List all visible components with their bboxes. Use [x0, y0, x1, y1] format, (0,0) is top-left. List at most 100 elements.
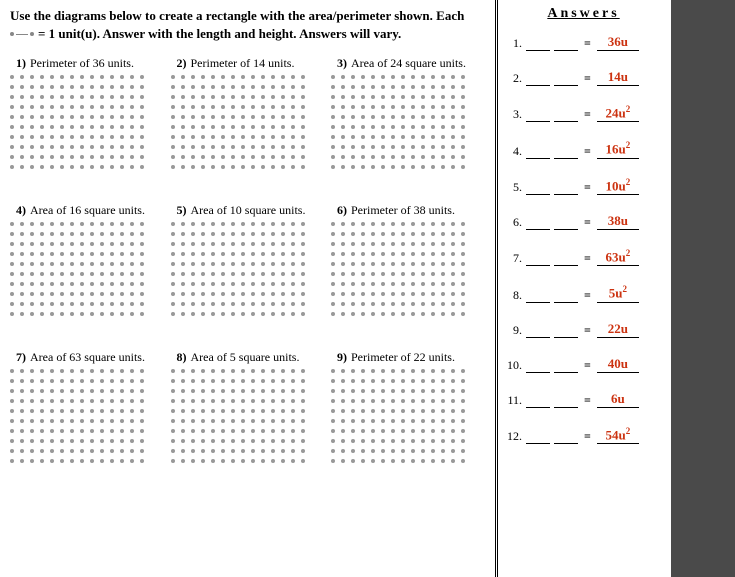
problem-number: 9) [331, 350, 347, 365]
answer-blank [554, 181, 578, 195]
equals-sign: = [584, 215, 591, 230]
answer-blank [554, 394, 578, 408]
problem-text: Perimeter of 22 units. [351, 350, 455, 365]
problem: 2) Perimeter of 14 units. [171, 56, 329, 175]
answer-value: 5u2 [597, 284, 639, 302]
answer-value: 54u2 [597, 426, 639, 444]
answer-blank [526, 324, 550, 338]
problem-label: 5)Area of 10 square units. [171, 203, 329, 218]
answer-number: 8. [506, 288, 522, 303]
answer-blank [554, 252, 578, 266]
problem-label: 8)Area of 5 square units. [171, 350, 329, 365]
answer-blank [554, 324, 578, 338]
problem-number: 2) [171, 56, 187, 71]
problems-row: 7)Area of 63 square units.8)Area of 5 sq… [10, 350, 489, 469]
answer-number: 3. [506, 107, 522, 122]
answer-blank [554, 37, 578, 51]
answer-value: 16u2 [597, 140, 639, 158]
dot-grid [331, 75, 479, 169]
problem-text: Area of 10 square units. [191, 203, 306, 218]
answer-row: 5.=10u2 [506, 177, 661, 195]
answer-blank [526, 145, 550, 159]
problem: 9) Perimeter of 22 units. [331, 350, 489, 469]
answer-blank [554, 72, 578, 86]
answer-blank [526, 72, 550, 86]
answers-panel: Answers 1.=36u2.=14u3.=24u24.=16u25.=10u… [498, 0, 671, 577]
answer-blank [554, 108, 578, 122]
answer-row: 7.=63u2 [506, 248, 661, 266]
dot-grid [171, 75, 319, 169]
answer-number: 2. [506, 71, 522, 86]
answer-value: 38u [597, 213, 639, 230]
answer-number: 10. [506, 358, 522, 373]
equals-sign: = [584, 358, 591, 373]
answers-title: Answers [506, 6, 661, 22]
dot-grid [331, 369, 479, 463]
instructions-line2-text: = 1 unit(u). Answer with the length and … [38, 26, 401, 42]
equals-sign: = [584, 71, 591, 86]
problem: 5)Area of 10 square units. [171, 203, 329, 322]
answers-container: 1.=36u2.=14u3.=24u24.=16u25.=10u26.=38u7… [506, 34, 661, 444]
answer-row: 6. = 38u [506, 213, 661, 230]
answer-number: 9. [506, 323, 522, 338]
answer-blank [554, 216, 578, 230]
answer-blank [526, 252, 550, 266]
unit-scale-icon [10, 32, 34, 36]
equals-sign: = [584, 251, 591, 266]
problems-container: 1) Perimeter of 36 units. 2) Perimeter of 1… [10, 56, 489, 469]
problems-row: 4)Area of 16 square units.5)Area of 10 s… [10, 203, 489, 322]
dot-grid [171, 369, 319, 463]
instructions: Use the diagrams below to create a recta… [10, 8, 489, 42]
answer-row: 12.=54u2 [506, 426, 661, 444]
dot-grid [171, 222, 319, 316]
answer-row: 1.=36u [506, 34, 661, 51]
answer-row: 9.=22u [506, 321, 661, 338]
problem-label: 4)Area of 16 square units. [10, 203, 168, 218]
answer-row: 4.=16u2 [506, 140, 661, 158]
answer-number: 6. [506, 215, 522, 230]
problem-label: 1) Perimeter of 36 units. [10, 56, 168, 71]
answer-value: 24u2 [597, 104, 639, 122]
problem-text: Perimeter of 14 units. [191, 56, 295, 71]
dot-grid [331, 222, 479, 316]
dot-grid [10, 369, 158, 463]
answer-blank [526, 108, 550, 122]
problem: 8)Area of 5 square units. [171, 350, 329, 469]
answer-blank [554, 289, 578, 303]
equals-sign: = [584, 323, 591, 338]
dot-grid [10, 75, 158, 169]
problem-label: 9) Perimeter of 22 units. [331, 350, 489, 365]
answer-row: 2. = 14u [506, 69, 661, 86]
problem-label: 6)Perimeter of 38 units. [331, 203, 489, 218]
problem-label: 7)Area of 63 square units. [10, 350, 168, 365]
problem: 4)Area of 16 square units. [10, 203, 168, 322]
answer-number: 11. [506, 393, 522, 408]
answer-value: 40u [597, 356, 639, 373]
answer-blank [554, 430, 578, 444]
instructions-line1: Use the diagrams below to create a recta… [10, 8, 489, 24]
problem-number: 8) [171, 350, 187, 365]
problem-text: Area of 24 square units. [351, 56, 466, 71]
answer-blank [554, 359, 578, 373]
problem-text: Area of 63 square units. [30, 350, 145, 365]
answer-blank [526, 289, 550, 303]
answer-number: 4. [506, 144, 522, 159]
answer-number: 5. [506, 180, 522, 195]
problem-number: 1) [10, 56, 26, 71]
answer-blank [526, 216, 550, 230]
answer-number: 1. [506, 36, 522, 51]
answer-row: 11.=6u [506, 391, 661, 408]
equals-sign: = [584, 36, 591, 51]
answer-blank [526, 394, 550, 408]
problem: 1) Perimeter of 36 units. [10, 56, 168, 175]
dot-grid [10, 222, 158, 316]
answer-blank [526, 181, 550, 195]
answer-blank [526, 430, 550, 444]
answer-value: 14u [597, 69, 639, 86]
equals-sign: = [584, 107, 591, 122]
answer-number: 7. [506, 251, 522, 266]
problems-area: Use the diagrams below to create a recta… [0, 0, 498, 577]
equals-sign: = [584, 288, 591, 303]
instructions-line2: = 1 unit(u). Answer with the length and … [10, 26, 401, 42]
problem-text: Perimeter of 36 units. [30, 56, 134, 71]
